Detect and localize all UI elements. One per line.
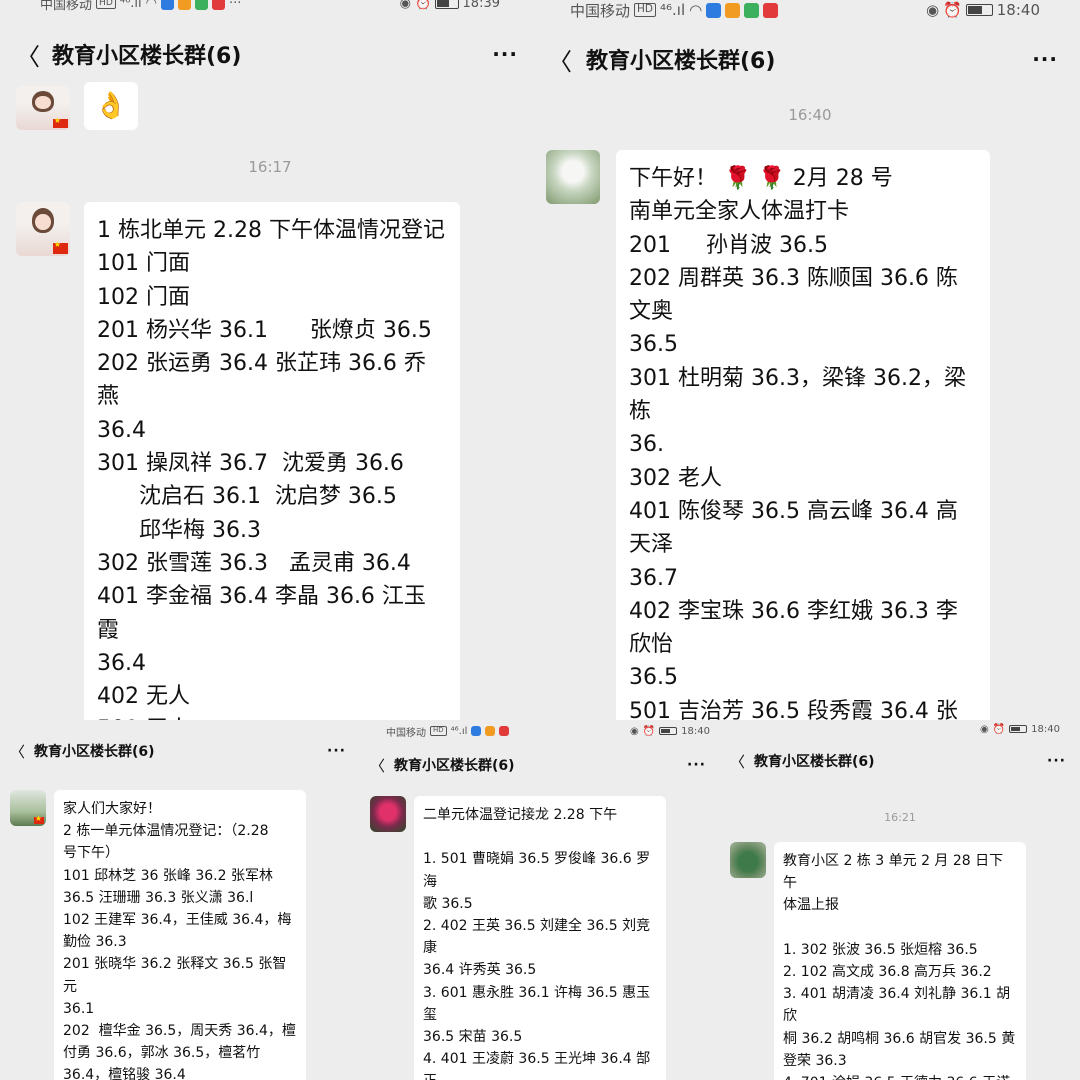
signal-icon: ⁴⁶.ıl: [660, 1, 686, 19]
avatar[interactable]: [10, 790, 46, 826]
battery-icon: [659, 726, 678, 736]
eye-icon: ◉: [925, 1, 940, 19]
back-button[interactable]: 〈: [730, 751, 754, 772]
message-bubble[interactable]: 下午好！ 🌹 🌹 2月 28 号 南单元全家人体温打卡 201 孙肖波 36.5…: [616, 150, 990, 720]
status-bar: 中国移动 HD ⁴⁶.ıl ◉ ⏰ 18:40: [360, 722, 720, 740]
alarm-icon: ⏰: [943, 1, 962, 19]
message-bubble[interactable]: 1 栋北单元 2.28 下午体温情况登记 101 门面 102 门面 201 杨…: [84, 202, 460, 720]
chat-title: 教育小区楼长群(6): [586, 49, 776, 74]
alarm-icon: ⏰: [414, 0, 432, 11]
avatar[interactable]: [370, 796, 406, 832]
china-flag-icon: [52, 116, 68, 128]
carrier-label: 中国移动: [570, 1, 631, 20]
status-bar: 中国移动 HD ⁴⁶.ıl ◠ ··· ◉ ⏰ 18:39: [0, 0, 540, 13]
hd-icon: HD: [430, 726, 447, 736]
emoji-message[interactable]: 👌: [84, 82, 138, 130]
carrier-label: 中国移动: [386, 727, 426, 739]
avatar[interactable]: [16, 202, 70, 256]
status-bar: ◉ ⏰ 18:40: [720, 720, 1080, 738]
wifi-icon: ◠: [689, 1, 703, 19]
message-bubble[interactable]: 家人们大家好！ 2 栋一单元体温情况登记：（2.28 号下午） 101 邱林芝 …: [54, 790, 306, 1080]
chat-title: 教育小区楼长群(6): [394, 758, 515, 774]
app-icon: [706, 2, 722, 18]
ok-hand-emoji: 👌: [94, 91, 128, 121]
app-icon: [177, 0, 191, 10]
back-button[interactable]: 〈: [370, 755, 394, 776]
chat-header: 〈 教育小区楼长群(6) ···: [0, 34, 540, 74]
chat-screenshot-4: 中国移动 HD ⁴⁶.ıl ◉ ⏰ 18:40 〈 教育小区楼长群(6) ···…: [360, 720, 720, 1080]
hd-icon: HD: [634, 3, 656, 17]
more-button[interactable]: ···: [687, 757, 706, 773]
message-bubble[interactable]: 二单元体温登记接龙 2.28 下午 1. 501 曹晓娟 36.5 罗俊峰 36…: [414, 796, 666, 1080]
battery-icon: [1009, 724, 1028, 734]
chat-screenshot-3: 〈 教育小区楼长群(6) ··· 家人们大家好！ 2 栋一单元体温情况登记：（2…: [0, 720, 360, 1080]
chat-title: 教育小区楼长群(6): [754, 754, 875, 770]
alarm-icon: ⏰: [992, 723, 1006, 735]
eye-icon: ◉: [979, 723, 989, 735]
chat-screenshot-1: 中国移动 HD ⁴⁶.ıl ◠ ··· ◉ ⏰ 18:39 〈 教育小区楼长群(…: [0, 0, 540, 720]
wifi-icon: ◠: [145, 0, 157, 11]
back-button[interactable]: 〈: [548, 42, 586, 77]
alarm-icon: ⏰: [642, 725, 656, 737]
signal-icon: ⁴⁶.ıl: [450, 725, 468, 737]
app-icon: [744, 2, 760, 18]
carrier-label: 中国移动: [40, 0, 93, 13]
chat-title: 教育小区楼长群(6): [52, 44, 242, 69]
chat-screenshot-5: ◉ ⏰ 18:40 〈 教育小区楼长群(6) ··· 16:21 教育小区 2 …: [720, 720, 1080, 1080]
back-button[interactable]: 〈: [10, 741, 34, 762]
timestamp: 16:21: [884, 811, 916, 824]
clock: 18:39: [462, 0, 500, 11]
eye-icon: ◉: [629, 725, 639, 737]
avatar[interactable]: [546, 150, 600, 204]
app-icon: [763, 2, 779, 18]
hd-icon: HD: [96, 0, 116, 9]
more-notifications-icon: ···: [228, 0, 242, 11]
status-bar: 中国移动 HD ⁴⁶.ıl ◠ ◉ ⏰ 18:40: [540, 0, 1080, 20]
app-icon: [499, 726, 510, 736]
back-button[interactable]: 〈: [16, 37, 52, 72]
signal-icon: ⁴⁶.ıl: [119, 0, 142, 11]
more-button[interactable]: ···: [327, 743, 346, 759]
app-icon: [160, 0, 174, 10]
chat-title: 教育小区楼长群(6): [34, 744, 155, 760]
eye-icon: ◉: [399, 0, 411, 11]
chat-header: 〈 教育小区楼长群(6) ···: [0, 738, 360, 764]
app-icon: [194, 0, 208, 10]
chat-header: 〈 教育小区楼长群(6) ···: [360, 752, 720, 778]
avatar[interactable]: [16, 86, 70, 130]
china-flag-icon: [33, 814, 44, 824]
chat-screenshot-2: 中国移动 HD ⁴⁶.ıl ◠ ◉ ⏰ 18:40 〈 教育小区楼长群(6) ·…: [540, 0, 1080, 720]
timestamp: 16:17: [248, 158, 292, 176]
battery-icon: [965, 3, 993, 17]
more-button[interactable]: ···: [1047, 753, 1066, 769]
app-icon: [725, 2, 741, 18]
clock: 18:40: [996, 1, 1040, 19]
more-button[interactable]: ···: [1032, 47, 1058, 71]
battery-icon: [435, 0, 459, 9]
clock: 18:40: [1031, 723, 1060, 735]
clock: 18:40: [681, 725, 710, 737]
timestamp: 16:40: [788, 106, 832, 124]
more-button[interactable]: ···: [492, 42, 518, 66]
china-flag-icon: [52, 240, 68, 254]
app-icon: [485, 726, 496, 736]
app-icon: [471, 726, 482, 736]
chat-header: 〈 教育小区楼长群(6) ···: [540, 38, 1080, 80]
avatar[interactable]: [730, 842, 766, 878]
chat-header: 〈 教育小区楼长群(6) ···: [720, 748, 1080, 774]
message-bubble[interactable]: 教育小区 2 栋 3 单元 2 月 28 日下午 体温上报 1. 302 张波 …: [774, 842, 1026, 1080]
app-icon: [211, 0, 225, 10]
